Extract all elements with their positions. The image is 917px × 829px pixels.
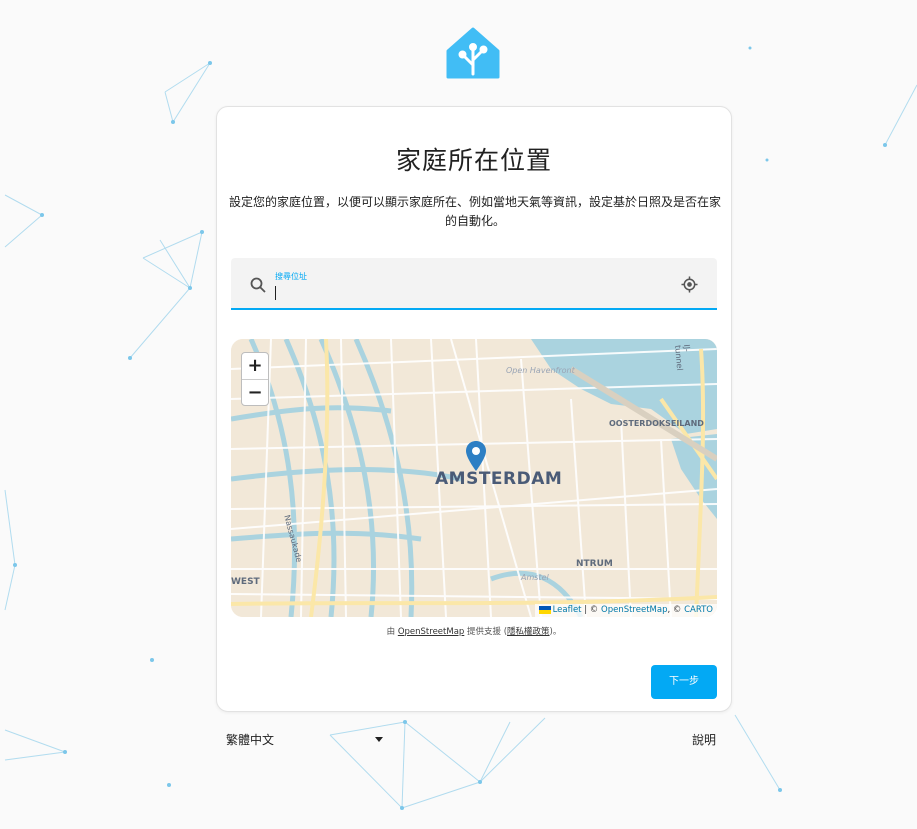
carto-link[interactable]: CARTO (684, 605, 713, 615)
map-place-label: WEST (231, 577, 260, 587)
search-label: 搜尋位址 (275, 272, 307, 281)
privacy-policy-link[interactable]: 隱私權政策 (507, 627, 550, 637)
chevron-down-icon (375, 737, 383, 742)
map-attribution: Leaflet | © OpenStreetMap, © CARTO (534, 604, 717, 617)
zoom-out-button[interactable]: − (242, 380, 268, 406)
language-selected: 繁體中文 (226, 733, 275, 747)
help-link[interactable]: 說明 (692, 731, 716, 748)
map-place-label: Open Havenfront (506, 366, 575, 375)
crosshair-icon[interactable] (681, 276, 698, 293)
map-pin-icon[interactable] (465, 440, 487, 472)
text-caret (275, 286, 276, 300)
leaflet-link[interactable]: Leaflet (553, 605, 582, 615)
ukraine-flag-icon (538, 605, 551, 614)
zoom-in-button[interactable]: + (242, 353, 268, 380)
onboarding-card: 家庭所在位置 設定您的家庭位置，以便可以顯示家庭所在、例如當地天氣等資訊，設定基… (216, 106, 732, 712)
map-place-label: IJ-tunnel (673, 344, 692, 371)
page-title: 家庭所在位置 (395, 146, 552, 175)
map-city-label: AMSTERDAM (435, 469, 563, 489)
map-place-label: OOSTERDOKSEILAND (609, 419, 704, 428)
map-place-label: NTRUM (576, 559, 613, 569)
map-footer-note: 由 OpenStreetMap 提供支援 (隱私權政策)。 (386, 627, 562, 637)
map-place-label: Amstel (521, 573, 549, 582)
home-assistant-logo (446, 27, 500, 79)
zoom-controls: + − (241, 352, 269, 406)
language-select[interactable]: 繁體中文 (226, 731, 386, 751)
search-address-field[interactable]: 搜尋位址 (231, 258, 717, 310)
location-map[interactable]: + − Open Havenfront OOSTERDOKSEILAND Nas… (231, 339, 717, 617)
osm-attribution-link[interactable]: OpenStreetMap (601, 605, 667, 615)
next-button[interactable]: 下一步 (651, 665, 717, 699)
osm-link[interactable]: OpenStreetMap (398, 627, 464, 637)
search-icon (250, 277, 266, 293)
page-description: 設定您的家庭位置，以便可以顯示家庭所在、例如當地天氣等資訊，設定基於日照及是否在… (228, 195, 721, 228)
